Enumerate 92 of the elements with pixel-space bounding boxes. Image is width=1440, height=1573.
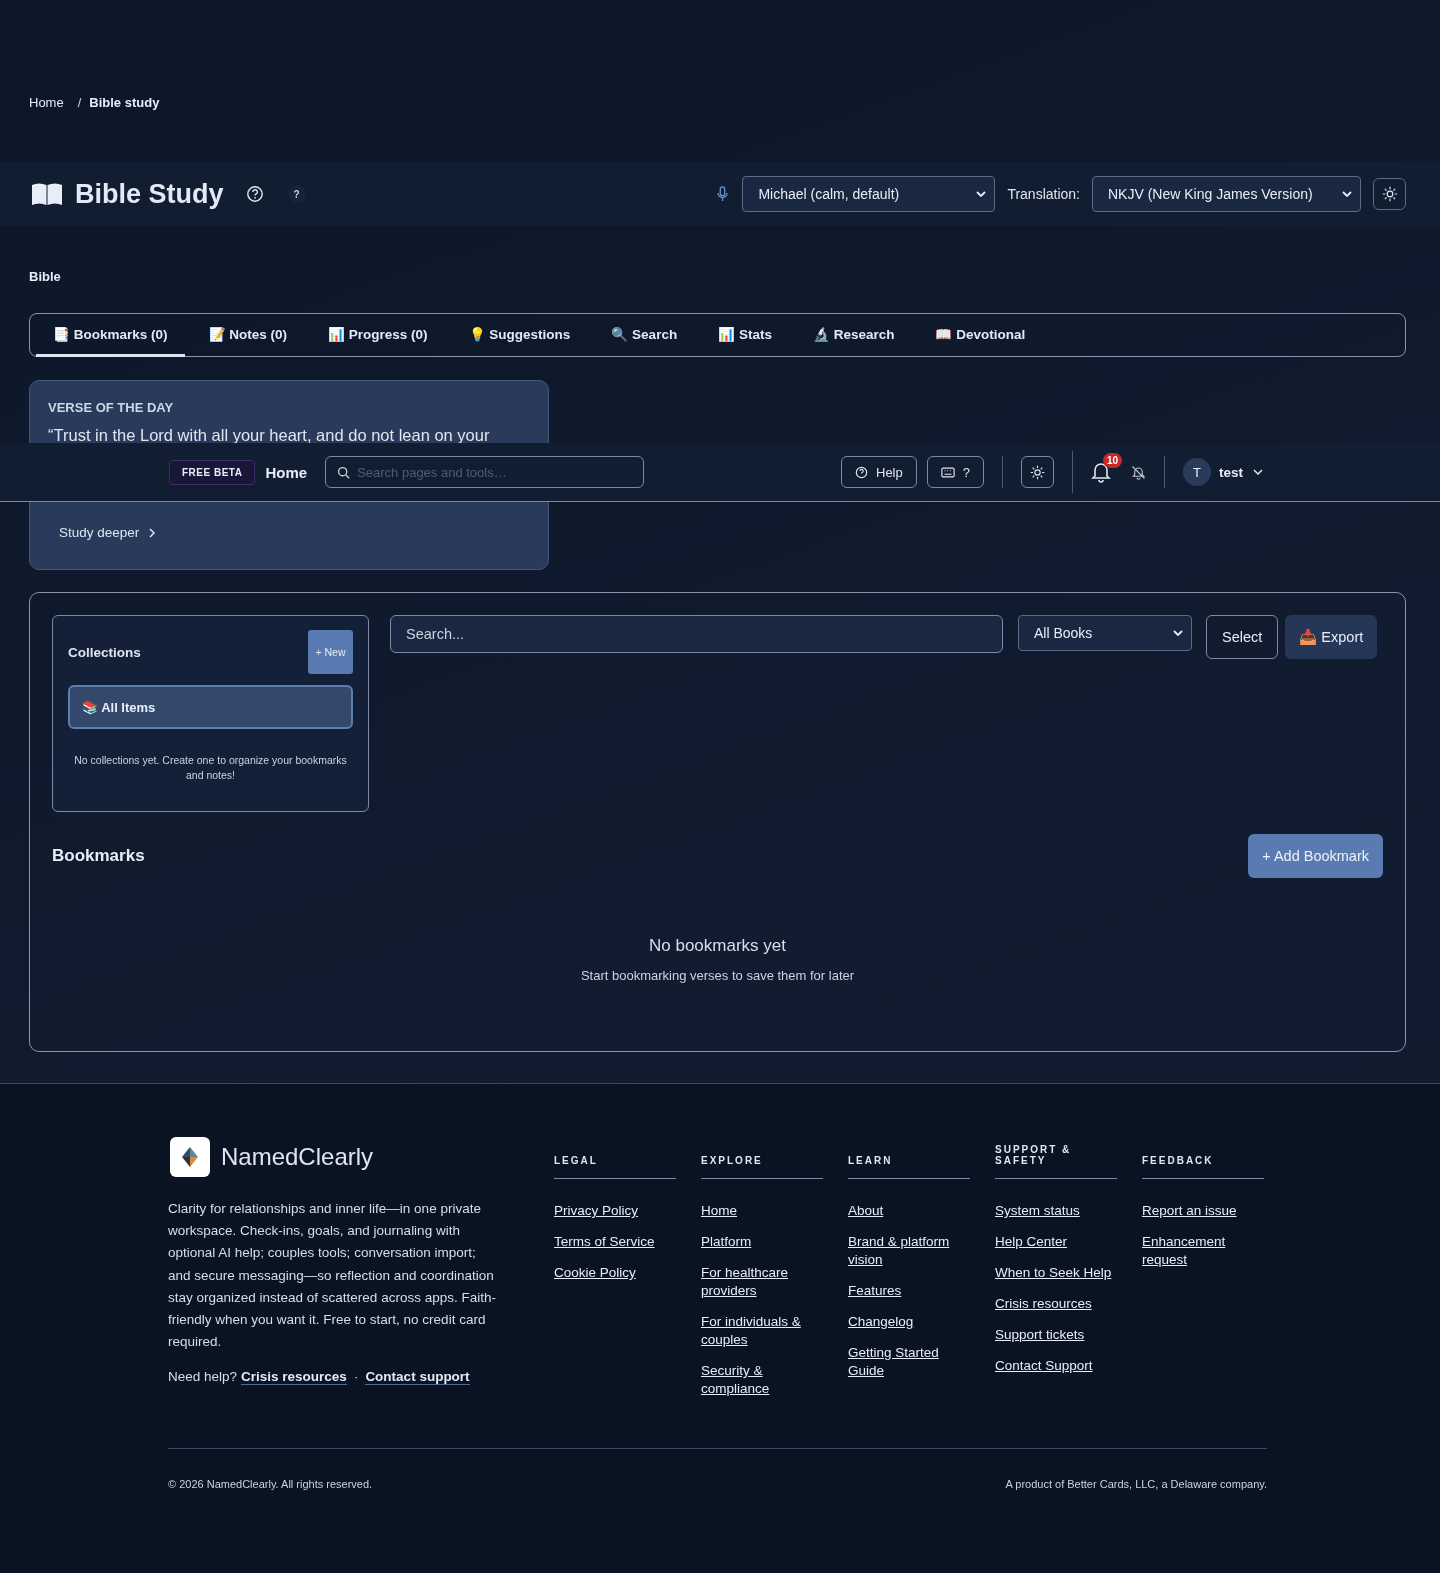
footer-column-heading: SUPPORT & SAFETY <box>995 1137 1117 1179</box>
footer-link[interactable]: Getting Started Guide <box>848 1344 970 1380</box>
verse-heading: VERSE OF THE DAY <box>48 400 175 415</box>
tab[interactable]: 🔍 Search <box>594 314 695 357</box>
search-icon <box>337 466 351 479</box>
keyboard-icon <box>940 466 955 478</box>
help-icon[interactable] <box>245 185 264 203</box>
footer-column-heading: LEARN <box>848 1137 970 1179</box>
footer-link[interactable]: Changelog <box>848 1313 970 1331</box>
verse-text: “Trust in the Lord with all your heart, and do not lean on your <box>48 425 491 445</box>
search-field[interactable]: Search... <box>390 615 1003 653</box>
help-badge[interactable]: ? <box>287 185 306 203</box>
tab[interactable]: 💡 Suggestions <box>451 314 588 357</box>
footer-link[interactable]: Features <box>848 1282 970 1300</box>
company-text: A product of Better Cards, LLC, a Delaware company. <box>1005 1478 1267 1490</box>
select-button[interactable]: Select <box>1206 615 1279 659</box>
page-title: Bible Study <box>75 178 224 210</box>
footer-column-heading: EXPLORE <box>701 1137 823 1179</box>
help-icon <box>855 465 868 479</box>
tab[interactable]: 📝 Notes (0) <box>191 314 305 357</box>
beta-badge: FREE BETA <box>169 459 256 485</box>
notification-badge: 10 <box>1103 453 1123 468</box>
footer-link[interactable]: Platform <box>701 1233 823 1251</box>
voice-select[interactable]: Michael (calm, default) <box>742 176 996 212</box>
footer-link[interactable]: Terms of Service <box>554 1233 676 1251</box>
footer-link[interactable]: Home <box>701 1202 823 1220</box>
chevron-right-icon <box>149 527 156 538</box>
theme-toggle-button[interactable] <box>1373 178 1406 210</box>
bell-off-icon[interactable] <box>1131 464 1146 480</box>
sun-icon <box>1030 464 1045 480</box>
keyboard-shortcuts-button[interactable]: ? <box>926 456 984 488</box>
footer-help-link[interactable]: Crisis resources <box>241 1369 347 1386</box>
footer-link[interactable]: Contact Support <box>995 1357 1117 1375</box>
help-button[interactable]: Help <box>841 456 917 488</box>
bookmarks-heading: Bookmarks <box>52 846 145 866</box>
footer-column-heading: FEEDBACK <box>1142 1137 1264 1179</box>
footer-link[interactable]: Help Center <box>995 1233 1117 1251</box>
footer-link[interactable]: For individuals & couples <box>701 1313 823 1349</box>
footer-link[interactable]: Security & compliance <box>701 1362 823 1398</box>
empty-collections-text: No collections yet. Create one to organize your bookmarks and notes! <box>73 753 348 783</box>
footer-link[interactable]: Cookie Policy <box>554 1264 676 1282</box>
footer-link[interactable]: Enhancement request <box>1142 1233 1264 1269</box>
home-link[interactable]: Home <box>265 463 308 481</box>
logo-icon <box>170 1137 210 1177</box>
site-search-field[interactable]: Search pages and tools… <box>325 456 645 488</box>
tab[interactable]: 📑 Bookmarks (0) <box>36 314 185 357</box>
section-label: Bible <box>29 268 62 286</box>
breadcrumb-link[interactable]: Home <box>29 95 64 162</box>
separator-dot: · <box>353 1369 359 1386</box>
footer-link[interactable]: Report an issue <box>1142 1202 1264 1220</box>
need-help-text: Need help? <box>168 1369 238 1386</box>
brand-name: NamedClearly <box>221 1143 374 1171</box>
collections-title: Collections <box>68 644 141 660</box>
footer-link[interactable]: For healthcare providers <box>701 1264 823 1300</box>
tab[interactable]: 📊 Progress (0) <box>311 314 445 357</box>
theme-toggle-button[interactable] <box>1021 456 1054 488</box>
footer-description: Clarity for relationships and inner life—in one private workspace. Check-ins, goals, and journaling with optional AI help; couples tools; conversation import; and secure messaging—so reflection and coordination stay organized instead of scattered across apps. Faith-friendly when you want it. Free to start, no credit card required. <box>168 1200 497 1352</box>
user-avatar: T <box>1183 458 1211 486</box>
book-icon <box>31 182 63 206</box>
translation-label: Translation: <box>1007 186 1080 202</box>
footer-link[interactable]: Brand & platform vision <box>848 1233 970 1269</box>
breadcrumb-link[interactable]: Bible study <box>89 95 160 162</box>
tab[interactable]: 🔬 Research <box>795 314 912 357</box>
footer-link[interactable]: System status <box>995 1202 1117 1220</box>
collection-item[interactable]: 📚 All Items <box>68 685 353 729</box>
user-menu[interactable]: T test <box>1183 458 1263 486</box>
empty-state-title: No bookmarks yet <box>648 936 787 956</box>
chevron-down-icon <box>1173 630 1183 636</box>
breadcrumb-separator: / <box>77 95 82 112</box>
microphone-icon[interactable] <box>717 186 729 202</box>
copyright-text: © 2026 NamedClearly. All rights reserved. <box>168 1478 373 1490</box>
empty-state-text: Start bookmarking verses to save them for later <box>579 968 856 983</box>
footer-help-link[interactable]: Contact support <box>365 1369 470 1386</box>
chevron-down-icon <box>976 191 987 197</box>
new-collection-button[interactable]: + New <box>308 630 353 674</box>
footer-column-heading: LEGAL <box>554 1137 676 1179</box>
sun-icon <box>1381 186 1398 202</box>
add-bookmark-button[interactable]: + Add Bookmark <box>1248 834 1383 878</box>
footer-link[interactable]: Privacy Policy <box>554 1202 676 1220</box>
tab[interactable]: 📊 Stats <box>701 314 789 357</box>
chevron-down-icon <box>1342 191 1352 197</box>
tab[interactable]: 📖 Devotional <box>918 314 1043 357</box>
chevron-down-icon <box>1253 469 1263 475</box>
footer-link[interactable]: When to Seek Help <box>995 1264 1117 1282</box>
user-name: test <box>1219 464 1243 480</box>
study-deeper-link[interactable]: Study deeper <box>59 525 156 540</box>
export-button[interactable]: 📥 Export <box>1285 615 1378 659</box>
footer-link[interactable]: Crisis resources <box>995 1295 1117 1313</box>
translation-select[interactable]: NKJV (New King James Version) <box>1092 176 1361 212</box>
book-filter-select[interactable]: All Books <box>1018 615 1192 651</box>
footer-link[interactable]: About <box>848 1202 970 1220</box>
footer-link[interactable]: Support tickets <box>995 1326 1117 1344</box>
